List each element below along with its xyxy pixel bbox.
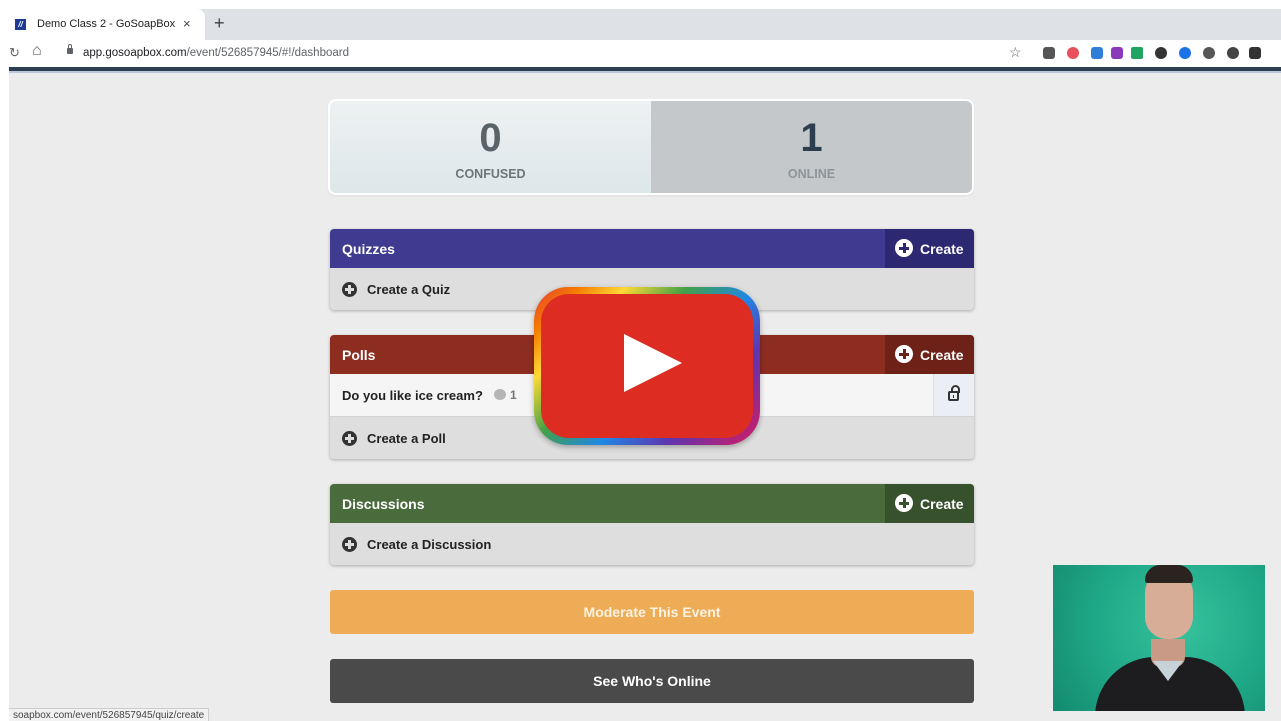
unlock-poll-button[interactable] — [933, 374, 974, 416]
online-stat: 1 ONLINE — [651, 101, 972, 193]
extension-icon[interactable] — [1111, 47, 1123, 59]
extension-icon[interactable] — [1203, 47, 1215, 59]
extension-icon[interactable] — [1179, 47, 1191, 59]
see-whos-online-button[interactable]: See Who's Online — [330, 659, 974, 703]
create-discussion-row[interactable]: Create a Discussion — [330, 523, 974, 565]
moderate-event-button[interactable]: Moderate This Event — [330, 590, 974, 634]
discussions-header: Discussions Create — [330, 484, 974, 523]
extension-icon[interactable] — [1155, 47, 1167, 59]
create-label: Create — [920, 496, 964, 512]
address-bar[interactable]: app.gosoapbox.com/event/526857945/#!/das… — [83, 47, 349, 59]
home-icon[interactable]: ⌂ — [32, 42, 42, 60]
online-label: ONLINE — [787, 167, 836, 181]
create-discussion-label: Create a Discussion — [367, 537, 492, 552]
quizzes-header: Quizzes Create — [330, 229, 974, 268]
url-host: app.gosoapbox.com — [83, 47, 187, 59]
create-label: Create — [920, 241, 964, 257]
polls-title: Polls — [342, 347, 376, 363]
close-tab-icon[interactable]: × — [183, 16, 191, 31]
status-bar-url: soapbox.com/event/526857945/quiz/create — [9, 708, 210, 721]
extension-icon[interactable] — [1091, 47, 1103, 59]
poll-question: Do you like ice cream? — [342, 388, 483, 403]
plus-circle-icon — [895, 345, 913, 363]
new-tab-button[interactable]: + — [214, 13, 225, 34]
tab-strip: // Demo Class 2 - GoSoapBox × + — [9, 9, 1281, 40]
discussions-title: Discussions — [342, 496, 425, 512]
confused-label: CONFUSED — [455, 167, 526, 181]
plus-circle-icon — [342, 431, 357, 446]
extension-icon[interactable] — [1131, 47, 1143, 59]
create-quiz-label: Create a Quiz — [367, 282, 451, 297]
create-discussion-button[interactable]: Create — [885, 484, 974, 523]
plus-circle-icon — [342, 282, 357, 297]
plus-circle-icon — [895, 239, 913, 257]
create-quiz-button[interactable]: Create — [885, 229, 974, 268]
confused-stat: 0 CONFUSED — [330, 101, 651, 193]
online-count: 1 — [800, 116, 823, 160]
stats-card: 0 CONFUSED 1 ONLINE — [330, 101, 972, 193]
lock-icon[interactable] — [67, 44, 73, 54]
play-icon — [624, 334, 682, 392]
url-path: /event/526857945/#!/dashboard — [186, 47, 349, 59]
extension-icon[interactable] — [1067, 47, 1079, 59]
unlock-icon — [948, 385, 960, 401]
play-button[interactable] — [534, 287, 760, 445]
create-poll-label: Create a Poll — [367, 431, 446, 446]
reload-icon[interactable]: ↻ — [9, 45, 20, 61]
extension-icon[interactable] — [1227, 47, 1239, 59]
comment-bubble-icon — [494, 389, 506, 400]
tab-title: Demo Class 2 - GoSoapBox — [37, 18, 176, 30]
favicon-icon: // — [15, 19, 26, 30]
create-label: Create — [920, 347, 964, 363]
extension-icon[interactable] — [1043, 47, 1055, 59]
browser-tab[interactable]: // Demo Class 2 - GoSoapBox × — [9, 9, 205, 40]
confused-count: 0 — [479, 116, 502, 160]
plus-circle-icon — [895, 494, 913, 512]
presenter-hair — [1145, 565, 1193, 583]
discussions-panel: Discussions Create Create a Discussion — [330, 484, 974, 565]
create-poll-button[interactable]: Create — [885, 335, 974, 374]
extension-icon[interactable] — [1249, 47, 1261, 59]
poll-response-count: 1 — [510, 388, 517, 402]
bookmark-star-icon[interactable]: ☆ — [1009, 44, 1022, 61]
address-toolbar: ↻ ⌂ app.gosoapbox.com/event/526857945/#!… — [9, 40, 1281, 67]
quizzes-title: Quizzes — [342, 241, 395, 257]
plus-circle-icon — [342, 537, 357, 552]
webcam-overlay — [1053, 565, 1265, 711]
